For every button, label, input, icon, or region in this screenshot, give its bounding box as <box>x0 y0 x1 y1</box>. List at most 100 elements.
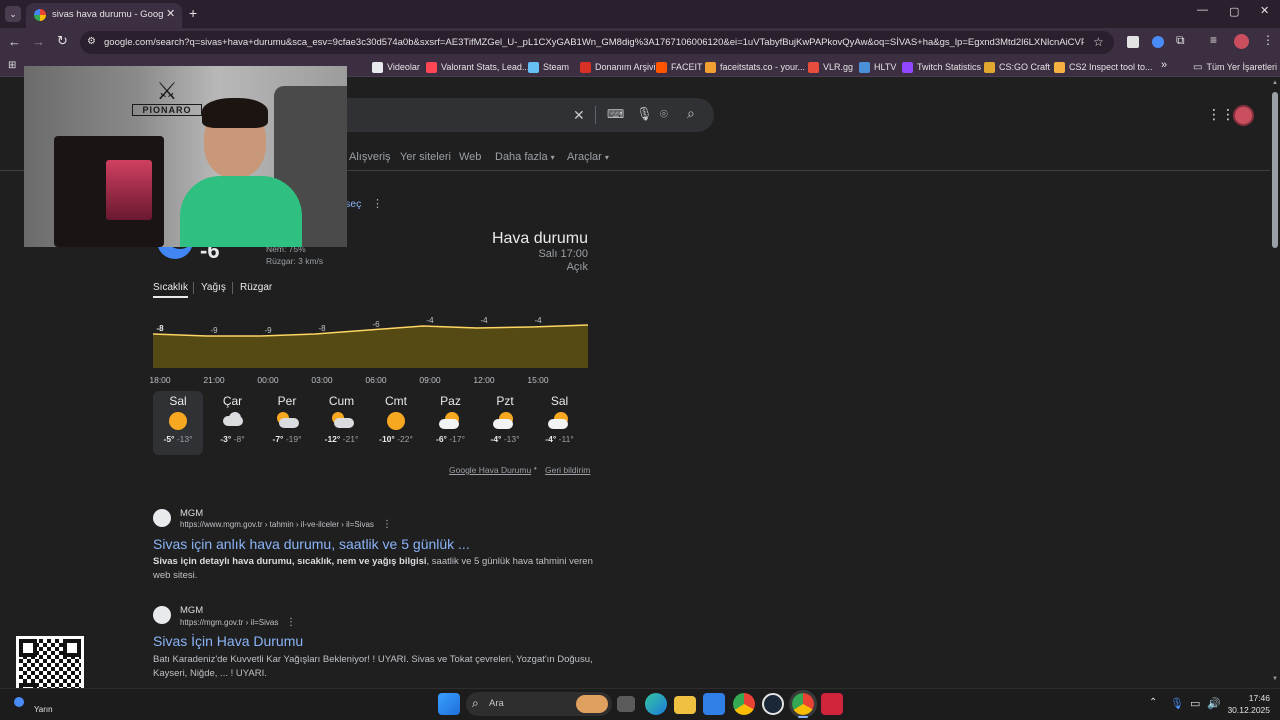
forecast-day[interactable]: Sal -5° -13° <box>153 391 203 453</box>
bookmark-star-icon[interactable]: ☆ <box>1093 35 1104 49</box>
forecast-day-temps: -12° -21° <box>317 434 367 444</box>
back-icon[interactable]: ← <box>8 34 21 49</box>
bookmark-item[interactable]: Steam <box>528 59 569 75</box>
bookmark-item[interactable]: FACEIT <box>656 59 703 75</box>
edge-icon[interactable] <box>645 693 667 715</box>
forecast-day[interactable]: Çar -3° -8° <box>208 391 258 453</box>
result-source[interactable]: MGM <box>180 605 203 616</box>
chrome-active-icon[interactable] <box>789 690 817 718</box>
mail-icon[interactable] <box>703 693 725 715</box>
apps-grid-icon[interactable]: ⊞ <box>8 60 16 71</box>
bookmark-item[interactable]: VLR.gg <box>808 59 853 75</box>
bookmarks-overflow-icon[interactable]: » <box>1161 59 1167 71</box>
task-view-icon[interactable] <box>617 696 635 712</box>
bookmark-item[interactable]: Videolar <box>372 59 420 75</box>
microphone-icon[interactable]: 🎙 <box>636 106 653 122</box>
hour-label: 00:00 <box>257 375 279 385</box>
result-options-icon[interactable]: ⋮ <box>382 519 392 530</box>
forward-icon[interactable]: → <box>32 34 45 49</box>
clock-time[interactable]: 17:46 <box>1226 693 1270 703</box>
bookmark-item[interactable]: HLTV <box>859 59 896 75</box>
result-title[interactable]: Sivas İçin Hava Durumu <box>153 633 303 649</box>
tab-wind[interactable]: Rüzgar <box>240 282 272 293</box>
tab-tools[interactable]: Araçlar ▾ <box>567 151 609 163</box>
forecast-day[interactable]: Sal -4° -11° <box>535 391 585 453</box>
clear-search-icon[interactable]: ✕ <box>573 107 585 124</box>
tab-close-icon[interactable]: ✕ <box>166 7 175 20</box>
lens-camera-icon[interactable]: ⌾ <box>660 106 668 122</box>
address-bar[interactable]: ⚙ google.com/search?q=sivas+hava+durumu&… <box>80 31 1114 54</box>
forecast-day[interactable]: Pzt -4° -13° <box>480 391 530 453</box>
bookmark-item[interactable]: faceitstats.co - your... <box>705 59 805 75</box>
menu-kebab-icon[interactable]: ⋮ <box>1262 33 1274 47</box>
new-tab-button[interactable]: + <box>189 5 197 21</box>
steam-icon[interactable] <box>762 693 784 715</box>
select-link[interactable]: seç <box>345 198 361 210</box>
scrollbar-thumb[interactable] <box>1272 92 1278 248</box>
chrome-icon[interactable] <box>733 693 755 715</box>
forecast-day[interactable]: Paz -6° -17° <box>426 391 476 453</box>
bookmark-item[interactable]: CS2 Inspect tool to... <box>1054 59 1153 75</box>
result-url[interactable]: https://mgm.gov.tr › il=Sivas <box>180 618 278 627</box>
forecast-low: -13° <box>176 434 193 444</box>
forecast-high: -6° <box>435 434 447 444</box>
search-box[interactable]: ✕ ⌨ 🎙 ⌾ ⌕ <box>290 98 714 132</box>
google-apps-icon[interactable]: ⋮⋮ <box>1207 106 1235 123</box>
google-weather-link[interactable]: Google Hava Durumu <box>449 465 531 475</box>
site-info-icon[interactable]: ⚙ <box>87 36 96 47</box>
gaming-pc-image <box>54 136 164 247</box>
forecast-day-temps: -7° -19° <box>262 434 312 444</box>
result-options-icon[interactable]: ⋮ <box>286 617 296 628</box>
weather-widget-icon[interactable] <box>14 697 24 707</box>
minimize-button[interactable]: — <box>1197 4 1208 16</box>
page-scrollbar[interactable]: ▲ ▼ <box>1270 78 1280 688</box>
volume-icon[interactable]: 🔊 <box>1207 697 1221 710</box>
forecast-day-temps: -4° -11° <box>535 434 585 444</box>
file-explorer-icon[interactable] <box>674 696 696 714</box>
tab-more[interactable]: Daha fazla ▾ <box>495 151 555 163</box>
forecast-day[interactable]: Cmt -10° -22° <box>371 391 421 453</box>
browser-toolbar: ← → ↻ ⚙ google.com/search?q=sivas+hava+d… <box>0 28 1280 57</box>
result-url[interactable]: https://www.mgm.gov.tr › tahmin › il-ve-… <box>180 520 374 529</box>
feedback-link[interactable]: Geri bildirim <box>545 465 590 475</box>
tab-list-button[interactable]: ⌄ <box>5 6 21 22</box>
result-source[interactable]: MGM <box>180 508 203 519</box>
maximize-button[interactable]: ▢ <box>1229 5 1239 18</box>
weather-widget-label[interactable]: Yarın <box>34 705 53 714</box>
microphone-tray-icon[interactable]: 🎙 <box>1170 697 1184 710</box>
scroll-up-icon[interactable]: ▲ <box>1272 80 1278 86</box>
extension-icon-1[interactable] <box>1127 36 1139 48</box>
tray-chevron-up-icon[interactable]: ⌃ <box>1149 697 1157 708</box>
address-text[interactable]: google.com/search?q=sivas+hava+durumu&sc… <box>104 37 1084 48</box>
extensions-puzzle-icon[interactable]: ⧉ <box>1176 33 1185 48</box>
extension-icon-2[interactable] <box>1152 36 1164 48</box>
bookmark-item[interactable]: Donanım Arşivi <box>580 59 656 75</box>
bookmark-item[interactable]: CS:GO Craft <box>984 59 1050 75</box>
scroll-down-icon[interactable]: ▼ <box>1272 676 1278 682</box>
close-window-button[interactable]: ✕ <box>1260 4 1269 17</box>
tab-precipitation[interactable]: Yağış <box>201 282 226 293</box>
tab-temperature[interactable]: Sıcaklık <box>153 282 188 293</box>
tab-web[interactable]: Web <box>459 151 481 163</box>
options-kebab-icon[interactable]: ⋮ <box>372 197 383 210</box>
taskbar-search-box[interactable]: ⌕ Ara <box>466 692 612 716</box>
forecast-day[interactable]: Per -7° -19° <box>262 391 312 453</box>
clock-date[interactable]: 30.12.2025 <box>1222 705 1270 715</box>
search-icon[interactable]: ⌕ <box>687 105 695 122</box>
keyboard-icon[interactable]: ⌨ <box>607 107 624 121</box>
reload-icon[interactable]: ↻ <box>57 33 68 49</box>
all-bookmarks-folder[interactable]: ▭ Tüm Yer İşaretleri <box>1193 59 1277 75</box>
bookmark-item[interactable]: Valorant Stats, Lead... <box>426 59 529 75</box>
profile-avatar[interactable] <box>1234 34 1249 49</box>
browser-tab[interactable]: sivas hava durumu - Google'da ✕ <box>26 3 182 28</box>
tab-places[interactable]: Yer siteleri <box>400 151 451 163</box>
tab-shopping[interactable]: Alışveriş <box>349 151 391 163</box>
start-menu-icon[interactable] <box>438 693 460 715</box>
bookmark-item[interactable]: Twitch Statistics <box>902 59 981 75</box>
media-controls-icon[interactable]: ≡ <box>1210 33 1217 47</box>
app-red-icon[interactable] <box>821 693 843 715</box>
network-icon[interactable]: ▭ <box>1190 697 1200 710</box>
result-title[interactable]: Sivas için anlık hava durumu, saatlik ve… <box>153 536 470 552</box>
account-avatar[interactable] <box>1233 105 1254 126</box>
forecast-day[interactable]: Cum -12° -21° <box>317 391 367 453</box>
